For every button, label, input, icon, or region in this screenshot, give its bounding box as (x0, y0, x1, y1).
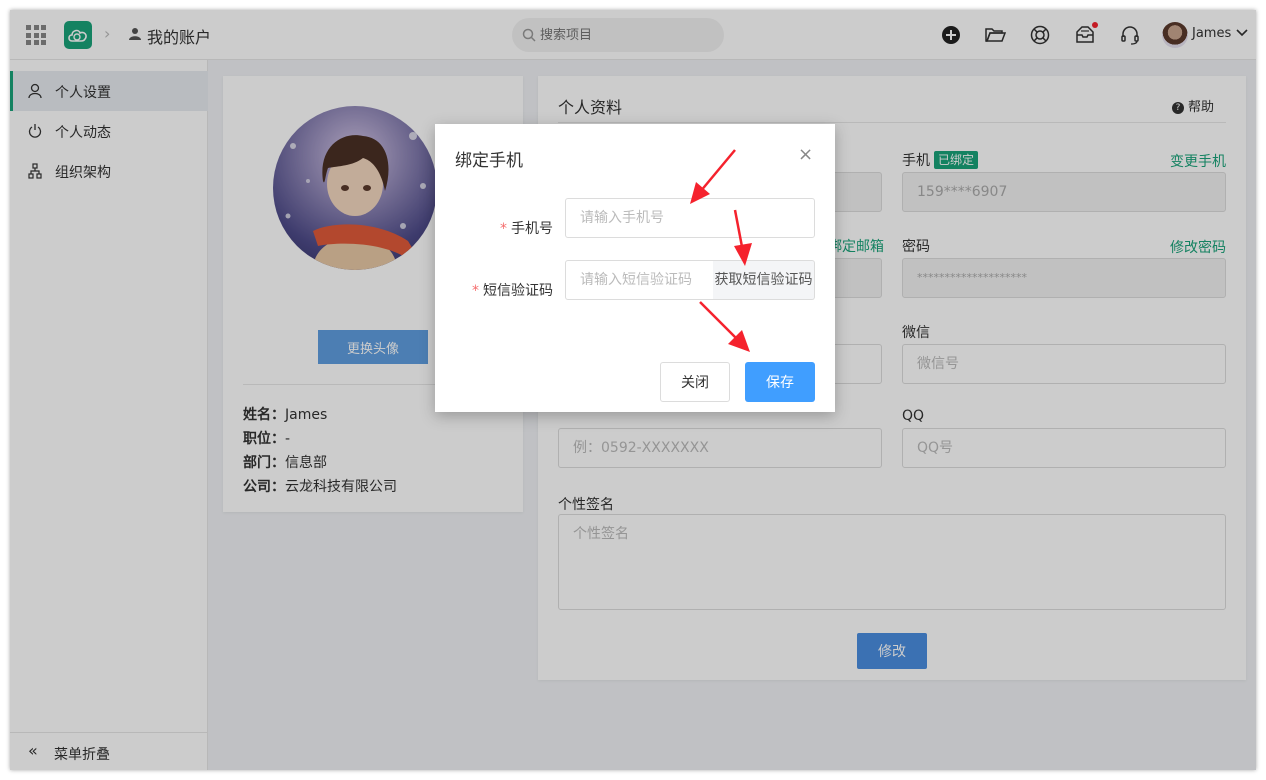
app-window: › 我的账户 James 个人设置 个人动态 组织架构 « (10, 10, 1256, 770)
save-button[interactable]: 保存 (745, 362, 815, 402)
get-sms-code-button[interactable]: 获取短信验证码 (713, 260, 815, 300)
close-button[interactable]: 关闭 (660, 362, 730, 402)
dialog-title: 绑定手机 (455, 151, 523, 171)
phone-number-label: * 手机号 (500, 221, 553, 237)
sms-code-label: * 短信验证码 (472, 283, 553, 299)
phone-number-input[interactable]: 请输入手机号 (565, 198, 815, 238)
close-icon[interactable]: × (798, 144, 813, 165)
sms-code-input[interactable]: 请输入短信验证码 (565, 260, 714, 300)
bind-phone-dialog: 绑定手机 × * 手机号 请输入手机号 * 短信验证码 请输入短信验证码 获取短信验… (435, 124, 835, 412)
